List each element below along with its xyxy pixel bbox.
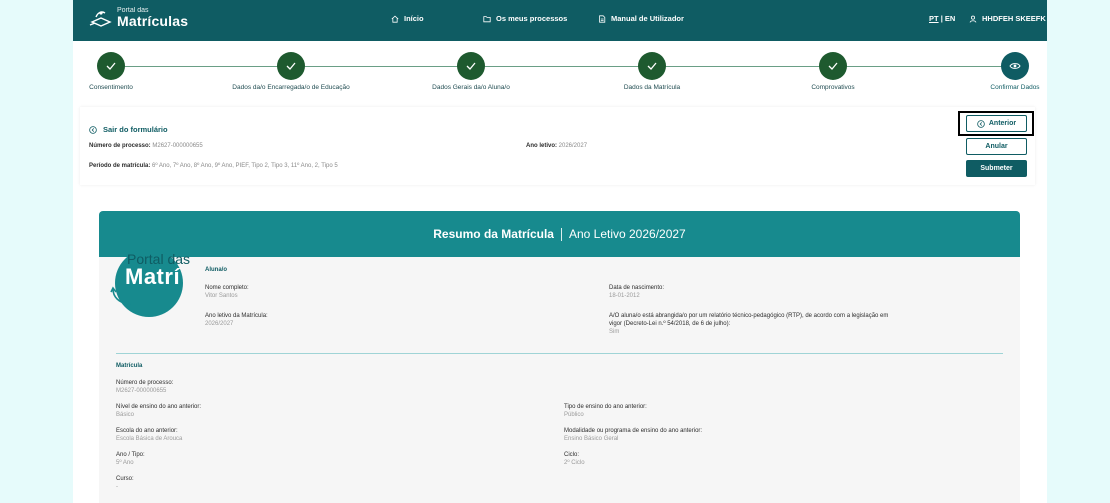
- prev-type-value: Público: [564, 412, 584, 418]
- step-3-label: Dados Gerais da/o Aluna/o: [432, 84, 510, 91]
- process-number: Número de processo: M2627-000000655: [89, 143, 203, 149]
- back-circle-icon: [89, 125, 97, 134]
- user-menu[interactable]: HHDFEH SKEEFK: [969, 14, 1046, 23]
- prev-modality-label: Modalidade ou programa de ensino do ano …: [564, 428, 703, 434]
- full-name-value: Vitor Santos: [205, 293, 238, 299]
- enrollment-period-label: Período de matrícula:: [89, 163, 151, 169]
- nav-meus-processos-label: Os meus processos: [496, 14, 568, 23]
- school-year-label: Ano letivo:: [526, 143, 557, 149]
- step-2-label: Dados da/o Encarregada/o de Educação: [232, 84, 350, 91]
- app-frame: Portal das Matrículas Início Os meus pro…: [73, 0, 1047, 503]
- lang-pt[interactable]: PT: [929, 14, 939, 23]
- step-1-label: Consentimento: [89, 84, 133, 91]
- student-section-title: Aluna/o: [205, 267, 227, 273]
- nav-manual[interactable]: Manual de Utilizador: [598, 14, 684, 23]
- check-icon: [106, 62, 116, 70]
- enrollment-section-title: Matrícula: [116, 363, 143, 369]
- check-icon: [647, 62, 657, 70]
- watermark-arrows-icon: [110, 286, 132, 308]
- year-type-label: Ano / Tipo:: [116, 452, 145, 458]
- process-info-card: Sair do formulário Número de processo: M…: [80, 107, 1035, 185]
- process-number-value: M2627-000000655: [116, 388, 167, 394]
- summary-title-main: Resumo da Matrícula: [433, 227, 554, 241]
- process-number-value: M2627-000000655: [152, 143, 203, 149]
- prev-level-value: Básico: [116, 412, 135, 418]
- step-5-circle[interactable]: [819, 52, 847, 80]
- submeter-label: Submeter: [980, 165, 1013, 172]
- progress-stepper: Consentimento Dados da/o Encarregada/o d…: [73, 41, 1047, 101]
- school-year-enroll-value: 2026/2027: [205, 321, 234, 327]
- summary-title-separator: [560, 228, 562, 242]
- full-name-label: Nome completo:: [205, 285, 249, 291]
- cycle-value: 2º Ciclo: [564, 460, 585, 466]
- cycle-label: Ciclo:: [564, 452, 580, 458]
- exit-form-link[interactable]: Sair do formulário: [89, 125, 168, 134]
- enrollment-summary: Resumo da Matrícula Ano Letivo 2026/2027 …: [99, 211, 1020, 503]
- nav-meus-processos[interactable]: Os meus processos: [483, 14, 567, 23]
- summary-header: Resumo da Matrícula Ano Letivo 2026/2027: [99, 211, 1020, 257]
- section-divider: [116, 353, 1003, 354]
- process-number-label: Número de processo:: [116, 380, 174, 386]
- rtp-label-line-2: vigor (Decreto-Lei n.º 54/2018, de 6 de …: [609, 321, 731, 327]
- year-type-value: 5º Ano: [116, 460, 134, 466]
- course-value: -: [116, 484, 118, 490]
- logo-title: Matrículas: [117, 13, 189, 29]
- prev-modality-value: Ensino Básico Geral: [564, 436, 619, 442]
- school-year-value: 2026/2027: [558, 143, 588, 149]
- step-2-circle[interactable]: [277, 52, 305, 80]
- birth-date-value: 18-01-2012: [609, 293, 640, 299]
- nav-inicio[interactable]: Início: [391, 14, 424, 23]
- user-name: HHDFEH SKEEFK: [982, 14, 1046, 23]
- step-4-label: Dados da Matrícula: [623, 84, 681, 91]
- logo-icon: [89, 10, 112, 27]
- step-3-circle[interactable]: [457, 52, 485, 80]
- enrollment-period-value: 6º Ano, 7º Ano, 8º Ano, 9º Ano, PIEF, Ti…: [152, 163, 338, 169]
- step-5-label: Comprovativos: [811, 84, 855, 91]
- school-year: Ano letivo: 2026/2027: [526, 143, 587, 149]
- school-year-enroll-label: Ano letivo da Matrícula:: [205, 313, 268, 319]
- folder-icon: [483, 15, 491, 22]
- check-icon: [466, 62, 476, 70]
- process-number-label: Número de processo:: [89, 143, 151, 149]
- exit-form-label: Sair do formulário: [103, 125, 168, 134]
- submeter-button[interactable]: Submeter: [966, 160, 1027, 177]
- stepper-line: [111, 66, 1011, 67]
- prev-school-value: Escola Básica de Arouca: [116, 436, 183, 442]
- summary-title: Resumo da Matrícula Ano Letivo 2026/2027: [99, 227, 1020, 242]
- document-icon: [599, 14, 606, 23]
- step-1-circle[interactable]: [97, 52, 125, 80]
- check-icon: [828, 62, 838, 70]
- enrollment-period: Período de matrícula: 6º Ano, 7º Ano, 8º…: [89, 163, 338, 169]
- prev-type-label: Tipo de ensino do ano anterior:: [564, 404, 647, 410]
- step-6-label: Confirmar Dados: [990, 84, 1040, 91]
- rtp-label-line-1: A/O aluna/o está abrangida/o por um rela…: [609, 313, 889, 319]
- logo-small-text: Portal das: [117, 7, 149, 14]
- anular-label: Anular: [985, 143, 1008, 150]
- step-4-circle[interactable]: [638, 52, 666, 80]
- prev-school-label: Escola do ano anterior:: [116, 428, 178, 434]
- check-icon: [286, 62, 296, 70]
- focus-highlight-box: [958, 111, 1034, 136]
- home-icon: [391, 15, 399, 23]
- eye-icon: [1009, 63, 1021, 69]
- prev-level-label: Nível de ensino do ano anterior:: [116, 404, 202, 410]
- nav-inicio-label: Início: [404, 14, 424, 23]
- language-switch: PT | EN: [929, 14, 955, 23]
- anular-button[interactable]: Anular: [966, 138, 1027, 155]
- lang-separator: |: [940, 14, 943, 23]
- portal-watermark: Portal das Matrí: [109, 233, 209, 317]
- step-6-circle[interactable]: [1001, 52, 1029, 80]
- summary-title-year: Ano Letivo 2026/2027: [568, 227, 686, 241]
- top-navbar: Portal das Matrículas Início Os meus pro…: [73, 0, 1047, 41]
- nav-manual-label: Manual de Utilizador: [611, 14, 684, 23]
- course-label: Curso:: [116, 476, 134, 482]
- lang-en[interactable]: EN: [945, 14, 955, 23]
- user-icon: [969, 15, 977, 23]
- birth-date-label: Data de nascimento:: [609, 285, 665, 291]
- rtp-value: Sim: [609, 329, 620, 335]
- portal-logo[interactable]: Portal das Matrículas: [89, 7, 188, 28]
